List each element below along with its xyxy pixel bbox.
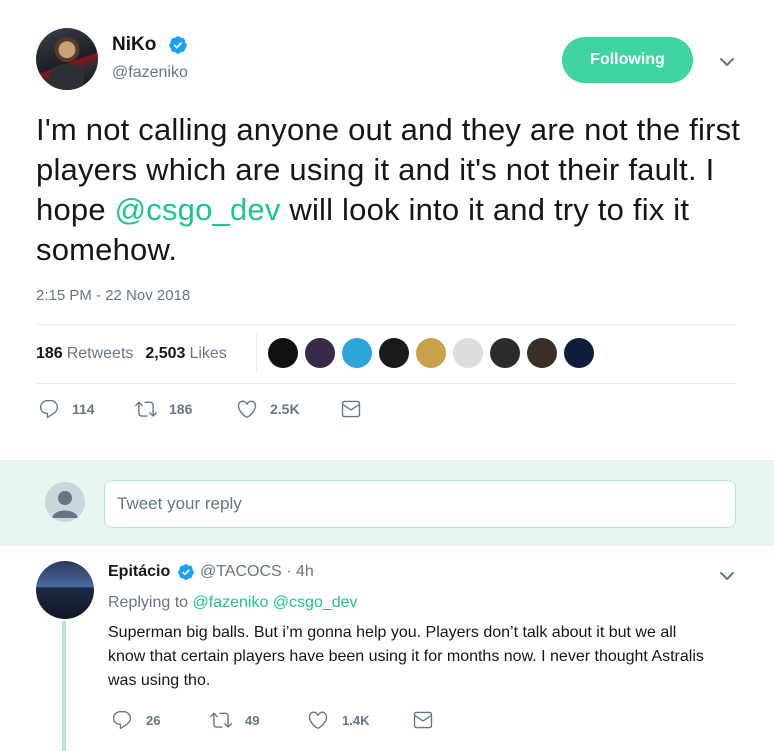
- reply-tweet[interactable]: Epitácio @TACOCS · 4h Replying to @fazen…: [0, 546, 774, 751]
- retweet-icon: [135, 401, 157, 417]
- display-name[interactable]: Epitácio: [108, 563, 170, 581]
- reply-count: 26: [146, 712, 161, 728]
- divider: [36, 383, 736, 384]
- liker-avatar[interactable]: [453, 338, 483, 368]
- like-button[interactable]: 1.4K: [307, 709, 412, 731]
- avatar[interactable]: [36, 28, 98, 90]
- main-tweet: NiKo @fazeniko Following I'm not calling…: [0, 0, 774, 460]
- default-avatar-icon: [52, 491, 78, 518]
- message-icon: [413, 711, 433, 729]
- message-button[interactable]: [412, 709, 434, 731]
- retweet-count: 186: [169, 401, 193, 417]
- mention-link[interactable]: @csgo_dev: [273, 594, 358, 611]
- liker-avatar[interactable]: [305, 338, 335, 368]
- verified-icon: [169, 36, 187, 54]
- liker-avatar[interactable]: [564, 338, 594, 368]
- like-count: 1.4K: [342, 712, 370, 728]
- liker-avatar[interactable]: [527, 338, 557, 368]
- retweet-count: 49: [245, 712, 260, 728]
- reply-count: 114: [72, 401, 95, 417]
- reply-button[interactable]: 114: [38, 398, 135, 420]
- retweet-icon: [210, 712, 232, 728]
- display-name[interactable]: NiKo: [112, 34, 156, 56]
- message-icon: [341, 400, 361, 418]
- avatar: [45, 482, 85, 522]
- reply-icon: [112, 711, 132, 730]
- likes-label[interactable]: Likes: [189, 345, 226, 363]
- chevron-down-icon[interactable]: [716, 568, 738, 584]
- tweet-actions: 114 186 2.5K: [38, 398, 362, 420]
- chevron-down-icon[interactable]: [716, 54, 738, 70]
- handle[interactable]: @fazeniko: [112, 64, 188, 82]
- retweets-count[interactable]: 186: [36, 345, 63, 363]
- replying-prefix: Replying to: [108, 594, 189, 611]
- mention-link[interactable]: @fazeniko: [193, 594, 269, 611]
- liker-avatar[interactable]: [416, 338, 446, 368]
- liker-avatar[interactable]: [379, 338, 409, 368]
- retweets-label[interactable]: Retweets: [67, 345, 134, 363]
- tweet-stats: 186 Retweets 2,503 Likes: [36, 343, 227, 365]
- like-icon: [237, 400, 257, 418]
- divider: [256, 334, 257, 372]
- timestamp[interactable]: 2:15 PM - 22 Nov 2018: [36, 287, 190, 304]
- message-button[interactable]: [340, 398, 362, 420]
- reply-actions: 26 49 1.4K: [111, 709, 434, 731]
- mention-link[interactable]: @csgo_dev: [115, 192, 281, 227]
- thread-line: [62, 621, 66, 751]
- following-button[interactable]: Following: [562, 37, 693, 83]
- liker-avatar[interactable]: [342, 338, 372, 368]
- retweet-button[interactable]: 49: [210, 709, 307, 731]
- avatar[interactable]: [36, 561, 94, 619]
- reply-composer: [0, 460, 774, 546]
- replying-to: Replying to @fazeniko @csgo_dev: [108, 594, 358, 612]
- tweet-text: I'm not calling anyone out and they are …: [36, 110, 746, 270]
- reply-text: Superman big balls. But i’m gonna help y…: [108, 624, 704, 689]
- handle-and-time[interactable]: @TACOCS · 4h: [200, 563, 314, 581]
- verified-icon: [178, 564, 194, 580]
- reply-input[interactable]: [104, 480, 736, 528]
- liker-avatar[interactable]: [268, 338, 298, 368]
- retweet-button[interactable]: 186: [135, 398, 236, 420]
- liker-avatar[interactable]: [490, 338, 520, 368]
- like-count: 2.5K: [270, 401, 300, 417]
- like-button[interactable]: 2.5K: [236, 398, 340, 420]
- divider: [36, 324, 736, 325]
- likers-avatars: [268, 338, 594, 368]
- reply-button[interactable]: 26: [111, 709, 210, 731]
- like-icon: [308, 711, 328, 729]
- likes-count[interactable]: 2,503: [145, 345, 185, 363]
- reply-icon: [39, 400, 59, 419]
